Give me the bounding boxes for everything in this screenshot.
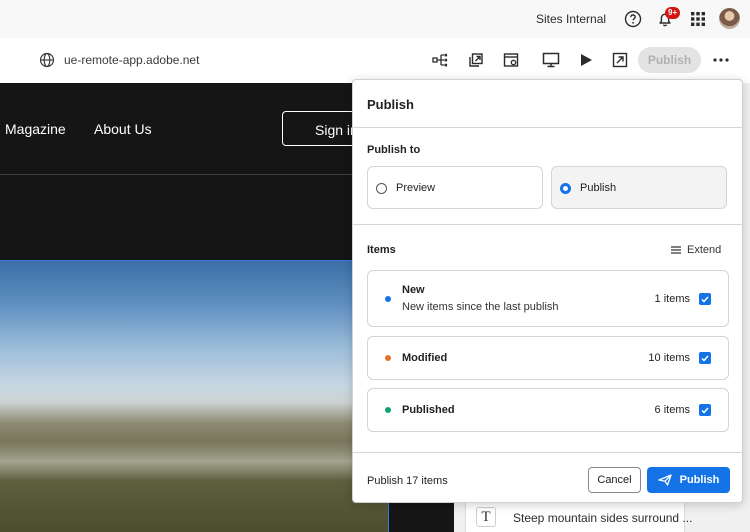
editor-toolbar: ue-remote-app.adobe.net Publish — [0, 38, 750, 83]
more-icon[interactable] — [711, 50, 731, 70]
dialog-title: Publish — [367, 97, 414, 112]
item-group-name: New — [402, 284, 425, 296]
item-group-count: 1 items — [654, 293, 690, 305]
item-group-count: 10 items — [648, 352, 690, 364]
desktop-icon[interactable] — [541, 50, 561, 70]
dialog-divider — [353, 224, 742, 225]
apps-grid-icon[interactable] — [688, 9, 708, 29]
header-divider — [0, 174, 388, 175]
target-option-label: Preview — [396, 182, 436, 194]
page-preview[interactable]: Magazine About Us Sign in — [0, 83, 388, 532]
page-settings-icon[interactable] — [501, 50, 521, 70]
publish-button-label: Publish — [679, 474, 720, 486]
radio-icon[interactable] — [376, 183, 387, 194]
item-group-modified[interactable]: Modified 10 items — [367, 336, 729, 380]
item-group-new[interactable]: New New items since the last publish 1 i… — [367, 270, 729, 327]
hero-image[interactable] — [0, 260, 388, 532]
user-avatar[interactable] — [719, 8, 740, 29]
checkbox-checked-icon[interactable] — [699, 352, 711, 364]
publish-button[interactable]: Publish — [647, 467, 730, 493]
items-label: Items — [367, 244, 396, 256]
send-icon — [657, 474, 672, 486]
checkbox-checked-icon[interactable] — [699, 404, 711, 416]
status-dot-icon — [385, 407, 391, 413]
nav-item-about-us[interactable]: About Us — [94, 121, 152, 137]
item-group-description: New items since the last publish — [402, 301, 559, 313]
status-dot-icon — [385, 296, 391, 302]
target-option-label: Publish — [580, 182, 617, 194]
radio-selected-icon[interactable] — [560, 183, 571, 194]
item-group-name: Published — [402, 404, 455, 416]
checkbox-checked-icon[interactable] — [699, 293, 711, 305]
publish-to-label: Publish to — [367, 144, 421, 156]
play-icon[interactable] — [576, 50, 596, 70]
text-type-icon: T — [476, 507, 496, 527]
extend-label: Extend — [687, 244, 722, 256]
status-dot-icon — [385, 355, 391, 361]
extend-button[interactable]: Extend — [671, 244, 721, 256]
app-header: Sites Internal 9+ — [0, 0, 750, 38]
dialog-divider — [353, 127, 742, 128]
text-component-label: Steep mountain sides surround ... — [513, 511, 693, 525]
text-component-row[interactable]: T Steep mountain sides surround ... — [465, 500, 692, 532]
org-switcher[interactable]: Sites Internal — [536, 12, 606, 26]
toolbar-publish-button[interactable]: Publish — [638, 47, 701, 73]
notification-badge: 9+ — [665, 7, 681, 19]
globe-icon — [37, 50, 57, 70]
item-group-published[interactable]: Published 6 items — [367, 388, 729, 432]
target-option-preview[interactable]: Preview — [367, 166, 543, 209]
open-app-icon[interactable] — [610, 50, 630, 70]
publish-count-label: Publish 17 items — [367, 475, 448, 487]
cancel-button[interactable]: Cancel — [588, 467, 641, 493]
help-icon[interactable] — [623, 9, 643, 29]
open-in-new-icon[interactable] — [466, 50, 486, 70]
publish-dialog: Publish Publish to Preview Publish Items… — [352, 79, 743, 503]
item-group-name: Modified — [402, 352, 448, 364]
item-group-count: 6 items — [654, 404, 690, 416]
target-option-publish[interactable]: Publish — [551, 166, 727, 209]
hero-image-mist — [0, 441, 388, 481]
url-field[interactable]: ue-remote-app.adobe.net — [64, 53, 199, 67]
nav-item-magazine[interactable]: Magazine — [5, 121, 66, 137]
dialog-divider — [353, 452, 742, 453]
content-tree-icon[interactable] — [431, 50, 451, 70]
list-icon — [671, 246, 681, 254]
